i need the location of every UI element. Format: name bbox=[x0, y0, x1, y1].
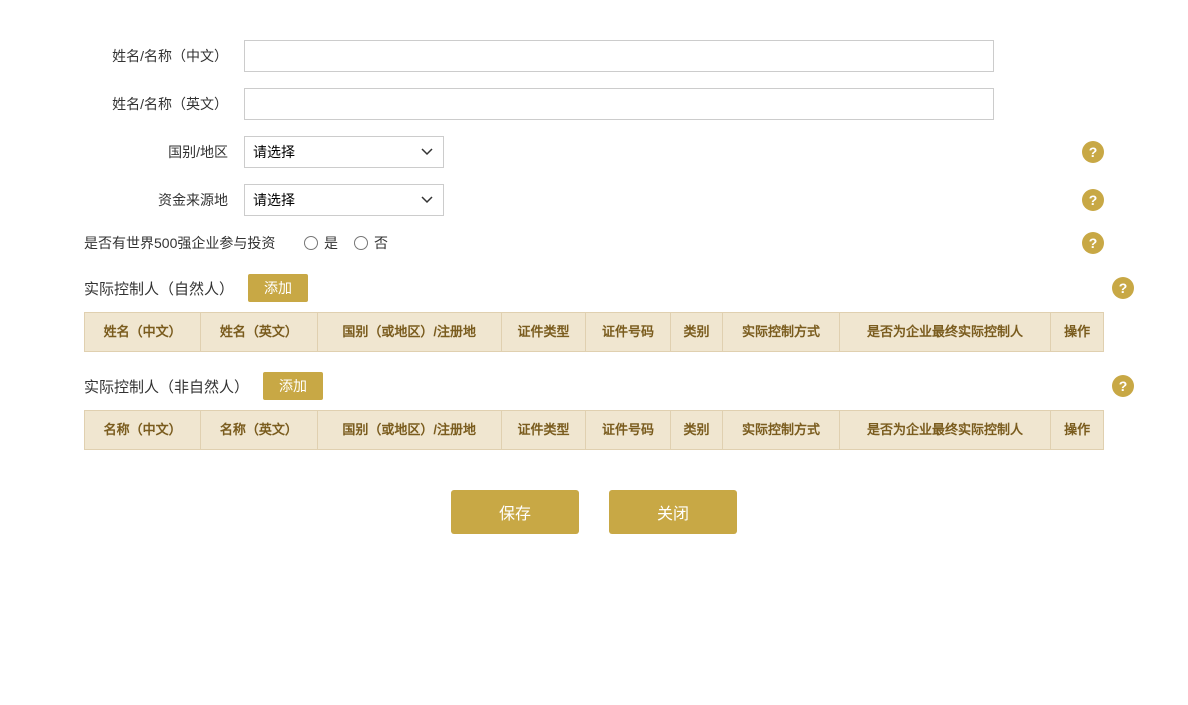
natural-person-section: 实际控制人（自然人） 添加 ? 姓名（中文） 姓名（英文） 国别（或地区）/注册… bbox=[84, 274, 1104, 352]
non-natural-person-table: 名称（中文） 名称（英文） 国别（或地区）/注册地 证件类型 证件号码 类别 实… bbox=[84, 410, 1104, 450]
save-button[interactable]: 保存 bbox=[451, 490, 579, 534]
fortune500-row: 是否有世界500强企业参与投资 是 否 ? bbox=[84, 232, 1104, 254]
non-natural-person-col-operation: 操作 bbox=[1051, 411, 1104, 450]
fortune500-radio-group: 是 否 bbox=[304, 233, 388, 253]
fortune500-no-text: 否 bbox=[374, 233, 388, 253]
natural-person-col-final-controller: 是否为企业最终实际控制人 bbox=[839, 313, 1051, 352]
natural-person-header-row: 实际控制人（自然人） 添加 ? bbox=[84, 274, 1104, 302]
non-natural-person-col-category: 类别 bbox=[670, 411, 723, 450]
fund-source-label: 资金来源地 bbox=[84, 190, 244, 210]
non-natural-person-help-icon[interactable]: ? bbox=[1112, 375, 1134, 397]
natural-person-col-control-method: 实际控制方式 bbox=[723, 313, 839, 352]
fortune500-yes-text: 是 bbox=[324, 233, 338, 253]
non-natural-person-col-cert-no: 证件号码 bbox=[586, 411, 670, 450]
fortune500-no-label[interactable]: 否 bbox=[354, 233, 388, 253]
non-natural-person-col-name-cn: 名称（中文） bbox=[85, 411, 201, 450]
natural-person-table-header: 姓名（中文） 姓名（英文） 国别（或地区）/注册地 证件类型 证件号码 类别 实… bbox=[85, 313, 1104, 352]
page-container: 姓名/名称（中文） 姓名/名称（英文） 国别/地区 请选择 ? 资金来源地 请选… bbox=[44, 20, 1144, 574]
name-cn-label: 姓名/名称（中文） bbox=[84, 46, 244, 66]
form-section: 姓名/名称（中文） 姓名/名称（英文） 国别/地区 请选择 ? 资金来源地 请选… bbox=[84, 40, 1104, 254]
natural-person-add-button[interactable]: 添加 bbox=[248, 274, 308, 302]
fortune500-yes-label[interactable]: 是 bbox=[304, 233, 338, 253]
non-natural-person-col-final-controller: 是否为企业最终实际控制人 bbox=[839, 411, 1051, 450]
fortune500-yes-radio[interactable] bbox=[304, 236, 318, 250]
natural-person-col-category: 类别 bbox=[670, 313, 723, 352]
non-natural-person-table-header: 名称（中文） 名称（英文） 国别（或地区）/注册地 证件类型 证件号码 类别 实… bbox=[85, 411, 1104, 450]
name-en-row: 姓名/名称（英文） bbox=[84, 88, 1064, 120]
non-natural-person-col-cert-type: 证件类型 bbox=[501, 411, 585, 450]
name-cn-input[interactable] bbox=[244, 40, 994, 72]
non-natural-person-col-control-method: 实际控制方式 bbox=[723, 411, 839, 450]
natural-person-help-icon[interactable]: ? bbox=[1112, 277, 1134, 299]
country-select[interactable]: 请选择 bbox=[244, 136, 444, 168]
fortune500-help-icon[interactable]: ? bbox=[1082, 232, 1104, 254]
name-cn-row: 姓名/名称（中文） bbox=[84, 40, 1064, 72]
non-natural-person-section: 实际控制人（非自然人） 添加 ? 名称（中文） 名称（英文） 国别（或地区）/注… bbox=[84, 372, 1104, 450]
country-label: 国别/地区 bbox=[84, 142, 244, 162]
non-natural-person-title: 实际控制人（非自然人） bbox=[84, 376, 249, 397]
natural-person-col-operation: 操作 bbox=[1051, 313, 1104, 352]
country-row: 国别/地区 请选择 ? bbox=[84, 136, 1104, 168]
name-en-input[interactable] bbox=[244, 88, 994, 120]
non-natural-person-header-row: 实际控制人（非自然人） 添加 ? bbox=[84, 372, 1104, 400]
non-natural-person-add-button[interactable]: 添加 bbox=[263, 372, 323, 400]
fund-source-select[interactable]: 请选择 bbox=[244, 184, 444, 216]
natural-person-col-name-en: 姓名（英文） bbox=[201, 313, 317, 352]
fund-source-row: 资金来源地 请选择 ? bbox=[84, 184, 1104, 216]
fortune500-no-radio[interactable] bbox=[354, 236, 368, 250]
natural-person-col-country: 国别（或地区）/注册地 bbox=[317, 313, 501, 352]
non-natural-person-col-name-en: 名称（英文） bbox=[201, 411, 317, 450]
non-natural-person-col-country: 国别（或地区）/注册地 bbox=[317, 411, 501, 450]
country-help-icon[interactable]: ? bbox=[1082, 141, 1104, 163]
close-button[interactable]: 关闭 bbox=[609, 490, 737, 534]
name-en-label: 姓名/名称（英文） bbox=[84, 94, 244, 114]
bottom-buttons: 保存 关闭 bbox=[84, 490, 1104, 554]
natural-person-col-name-cn: 姓名（中文） bbox=[85, 313, 201, 352]
natural-person-col-cert-type: 证件类型 bbox=[501, 313, 585, 352]
natural-person-title: 实际控制人（自然人） bbox=[84, 278, 234, 299]
fund-source-help-icon[interactable]: ? bbox=[1082, 189, 1104, 211]
natural-person-col-cert-no: 证件号码 bbox=[586, 313, 670, 352]
fortune500-label: 是否有世界500强企业参与投资 bbox=[84, 233, 304, 253]
natural-person-table: 姓名（中文） 姓名（英文） 国别（或地区）/注册地 证件类型 证件号码 类别 实… bbox=[84, 312, 1104, 352]
